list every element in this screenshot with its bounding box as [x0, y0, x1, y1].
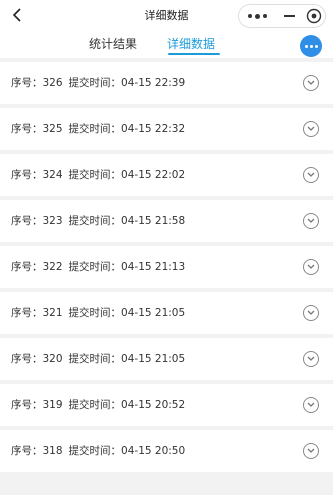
time-label: 提交时间：	[68, 215, 122, 227]
seq-value: 326	[42, 77, 63, 89]
list-item[interactable]: 序号：325 提交时间：04-15 22:32	[0, 108, 333, 150]
list-item[interactable]: 序号：323 提交时间：04-15 21:58	[0, 200, 333, 242]
chevron-down-circle-icon[interactable]	[303, 167, 319, 183]
tab-statistics[interactable]: 统计结果	[89, 35, 137, 52]
time-label: 提交时间：	[68, 123, 122, 135]
fab-dot-right	[314, 44, 318, 48]
chevron-down-circle-icon[interactable]	[303, 305, 319, 321]
time-value: 04-15 22:39	[121, 77, 186, 89]
seq-label: 序号：	[11, 261, 43, 273]
minimize-icon	[283, 15, 295, 17]
time-value: 04-15 21:58	[121, 215, 186, 227]
row-text: 序号：322 提交时间：04-15 21:13	[11, 259, 185, 274]
seq-value: 323	[42, 215, 63, 227]
time-value: 04-15 21:05	[121, 353, 186, 365]
mini-program-capsule	[238, 4, 326, 28]
seq-value: 322	[42, 261, 63, 273]
list-item[interactable]: 序号：322 提交时间：04-15 21:13	[0, 246, 333, 288]
time-value: 04-15 22:32	[121, 123, 186, 135]
tab-bar: 统计结果 详细数据	[0, 32, 333, 58]
tab-details[interactable]: 详细数据	[167, 35, 215, 52]
more-dot-center	[254, 13, 260, 19]
row-text: 序号：321 提交时间：04-15 21:05	[11, 305, 185, 320]
seq-label: 序号：	[11, 123, 43, 135]
time-value: 04-15 21:05	[121, 307, 186, 319]
time-label: 提交时间：	[68, 307, 122, 319]
time-value: 04-15 21:13	[121, 261, 186, 273]
page: 详细数据 统计结果 详细数据 序号：326 提交时间：04-15 22:39 序…	[0, 0, 333, 495]
chevron-down-circle-icon[interactable]	[303, 121, 319, 137]
more-menu-button[interactable]	[300, 35, 322, 57]
minimize-button[interactable]	[279, 5, 299, 27]
seq-value: 325	[42, 123, 63, 135]
chevron-down-circle-icon[interactable]	[303, 259, 319, 275]
chevron-down-circle-icon[interactable]	[303, 213, 319, 229]
active-tab-indicator	[168, 53, 220, 55]
row-text: 序号：319 提交时间：04-15 20:52	[11, 397, 185, 412]
chevron-down-circle-icon[interactable]	[303, 397, 319, 413]
time-value: 04-15 22:02	[121, 169, 186, 181]
seq-label: 序号：	[11, 169, 43, 181]
row-text: 序号：320 提交时间：04-15 21:05	[11, 351, 185, 366]
fab-dot-center	[309, 44, 313, 48]
seq-label: 序号：	[11, 353, 43, 365]
chevron-down-circle-icon[interactable]	[303, 75, 319, 91]
list-item[interactable]: 序号：324 提交时间：04-15 22:02	[0, 154, 333, 196]
seq-label: 序号：	[11, 77, 43, 89]
seq-value: 319	[42, 399, 63, 411]
seq-label: 序号：	[11, 215, 43, 227]
list-item[interactable]: 序号：326 提交时间：04-15 22:39	[0, 62, 333, 104]
time-value: 04-15 20:52	[121, 399, 186, 411]
nav-bar: 详细数据	[0, 0, 333, 32]
more-button[interactable]	[239, 5, 275, 27]
close-button[interactable]	[303, 5, 325, 27]
list-item[interactable]: 序号：320 提交时间：04-15 21:05	[0, 338, 333, 380]
row-text: 序号：325 提交时间：04-15 22:32	[11, 121, 185, 136]
seq-label: 序号：	[11, 399, 43, 411]
time-label: 提交时间：	[68, 261, 122, 273]
row-text: 序号：324 提交时间：04-15 22:02	[11, 167, 185, 182]
seq-label: 序号：	[11, 307, 43, 319]
more-dots-icon	[247, 14, 252, 18]
row-text: 序号：323 提交时间：04-15 21:58	[11, 213, 185, 228]
chevron-down-circle-icon[interactable]	[303, 351, 319, 367]
seq-value: 320	[42, 353, 63, 365]
more-dot-right	[262, 14, 267, 18]
seq-value: 321	[42, 307, 63, 319]
seq-value: 324	[42, 169, 63, 181]
seq-value: 318	[42, 445, 63, 457]
time-label: 提交时间：	[68, 77, 122, 89]
list-item[interactable]: 序号：318 提交时间：04-15 20:50	[0, 430, 333, 472]
time-label: 提交时间：	[68, 399, 122, 411]
list-item[interactable]: 序号：319 提交时间：04-15 20:52	[0, 384, 333, 426]
close-circle-icon	[306, 8, 322, 24]
time-label: 提交时间：	[68, 353, 122, 365]
more-dots-icon	[304, 44, 308, 48]
chevron-down-circle-icon[interactable]	[303, 443, 319, 459]
time-value: 04-15 20:50	[121, 445, 186, 457]
time-label: 提交时间：	[68, 445, 122, 457]
seq-label: 序号：	[11, 445, 43, 457]
row-text: 序号：326 提交时间：04-15 22:39	[11, 75, 185, 90]
list-item[interactable]: 序号：321 提交时间：04-15 21:05	[0, 292, 333, 334]
time-label: 提交时间：	[68, 169, 122, 181]
row-text: 序号：318 提交时间：04-15 20:50	[11, 443, 185, 458]
